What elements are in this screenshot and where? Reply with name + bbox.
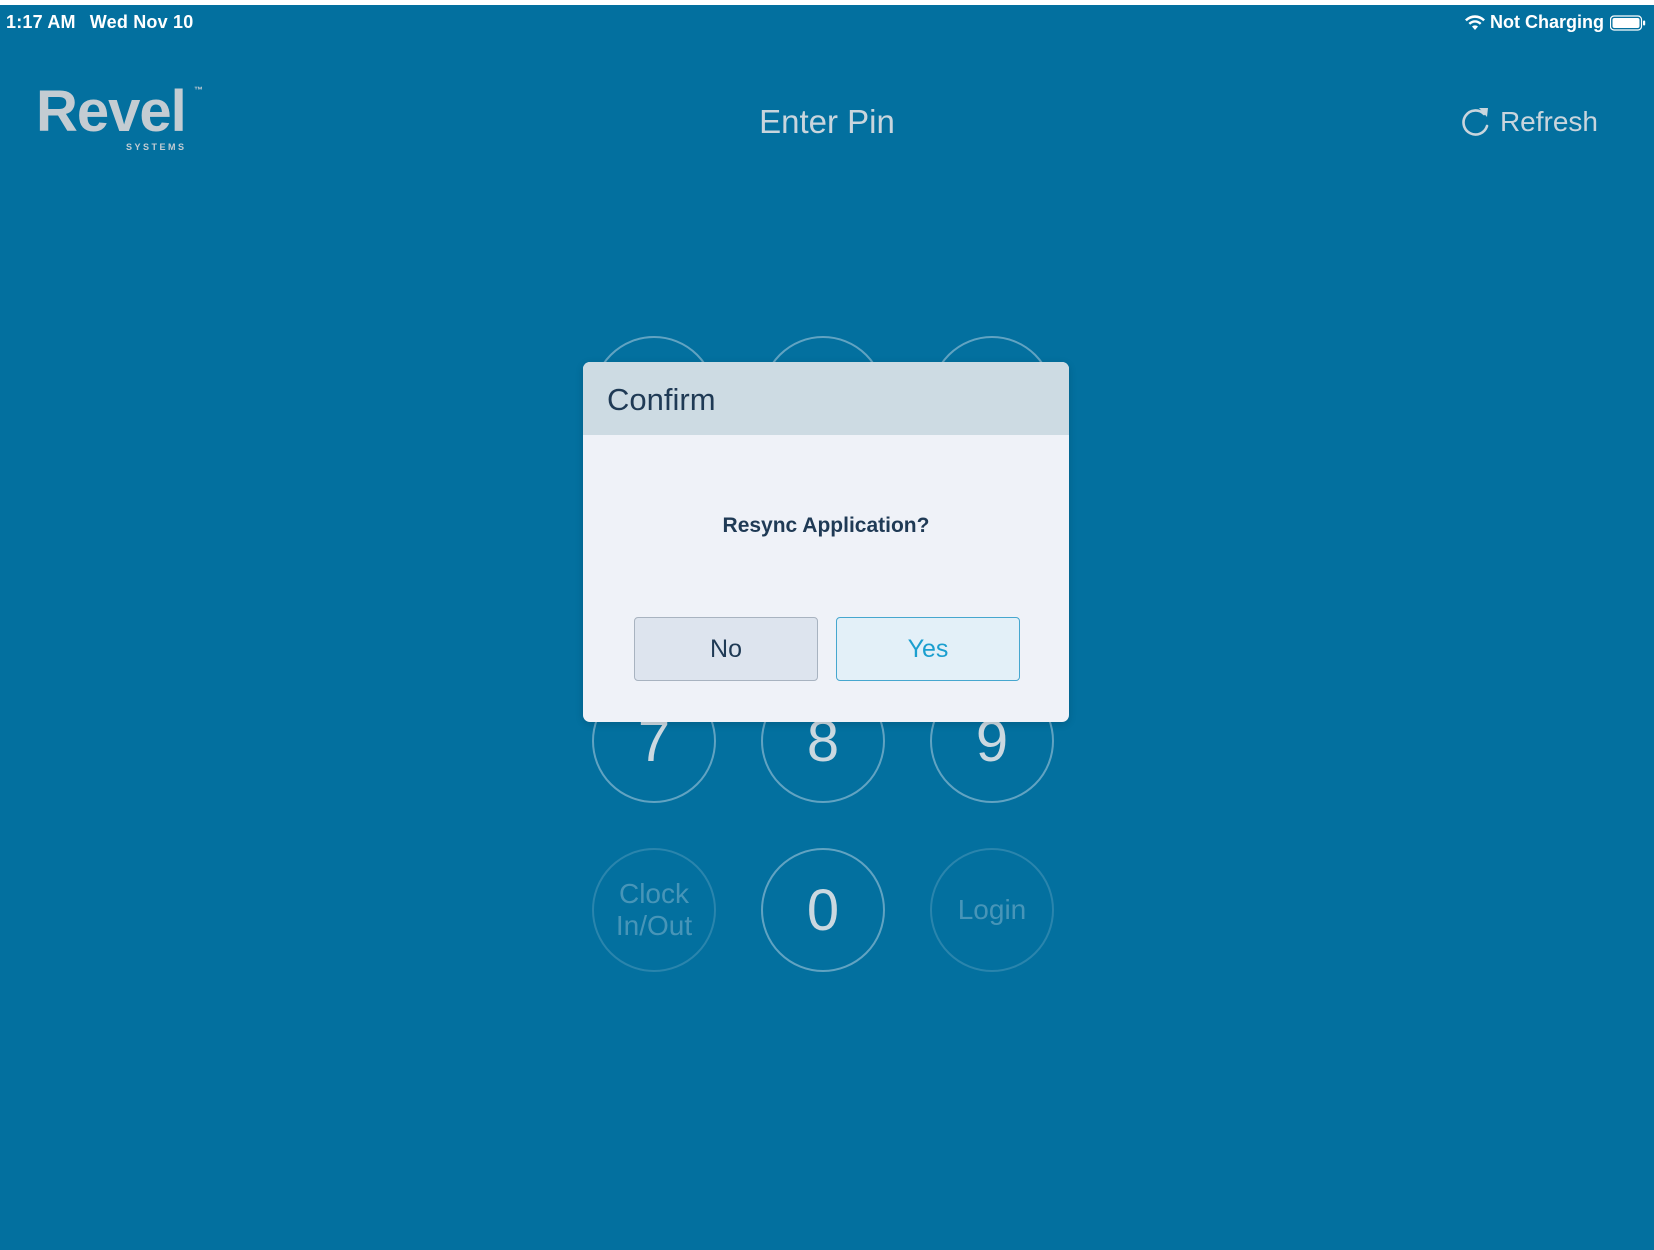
dialog-title: Confirm	[607, 382, 716, 417]
login-button[interactable]: Login	[930, 848, 1054, 972]
logo-trademark: ™	[194, 85, 203, 95]
clock-label-line2: In/Out	[615, 910, 693, 941]
refresh-icon	[1462, 108, 1489, 136]
wifi-icon	[1465, 14, 1485, 30]
page-title: Enter Pin	[759, 103, 895, 140]
clock-label-line1: Clock	[618, 878, 689, 909]
dialog-header: Confirm	[583, 362, 1069, 435]
refresh-label: Refresh	[1499, 106, 1598, 137]
status-bar-right: Not Charging	[1464, 12, 1646, 33]
status-bar-left: 1:17 AM Wed Nov 10	[6, 12, 193, 33]
keypad-key-0[interactable]: 0	[761, 848, 885, 972]
status-time: 1:17 AM	[6, 12, 76, 32]
logo-subtext: SYSTEMS	[126, 142, 187, 152]
status-date: Wed Nov 10	[89, 12, 194, 32]
refresh-button[interactable]: Refresh	[1460, 105, 1598, 139]
battery-icon	[1610, 14, 1646, 31]
no-button[interactable]: No	[634, 617, 818, 681]
dialog-message: Resync Application?	[722, 514, 930, 537]
charging-status: Not Charging	[1490, 12, 1604, 32]
confirm-dialog: Confirm Resync Application? No Yes	[583, 362, 1069, 722]
yes-button[interactable]: Yes	[836, 617, 1020, 681]
pin-screen: 1:17 AM Wed Nov 10 Not Charging Revel ™ S…	[0, 5, 1654, 1250]
clock-in-out-button[interactable]: Clock In/Out	[592, 848, 716, 972]
